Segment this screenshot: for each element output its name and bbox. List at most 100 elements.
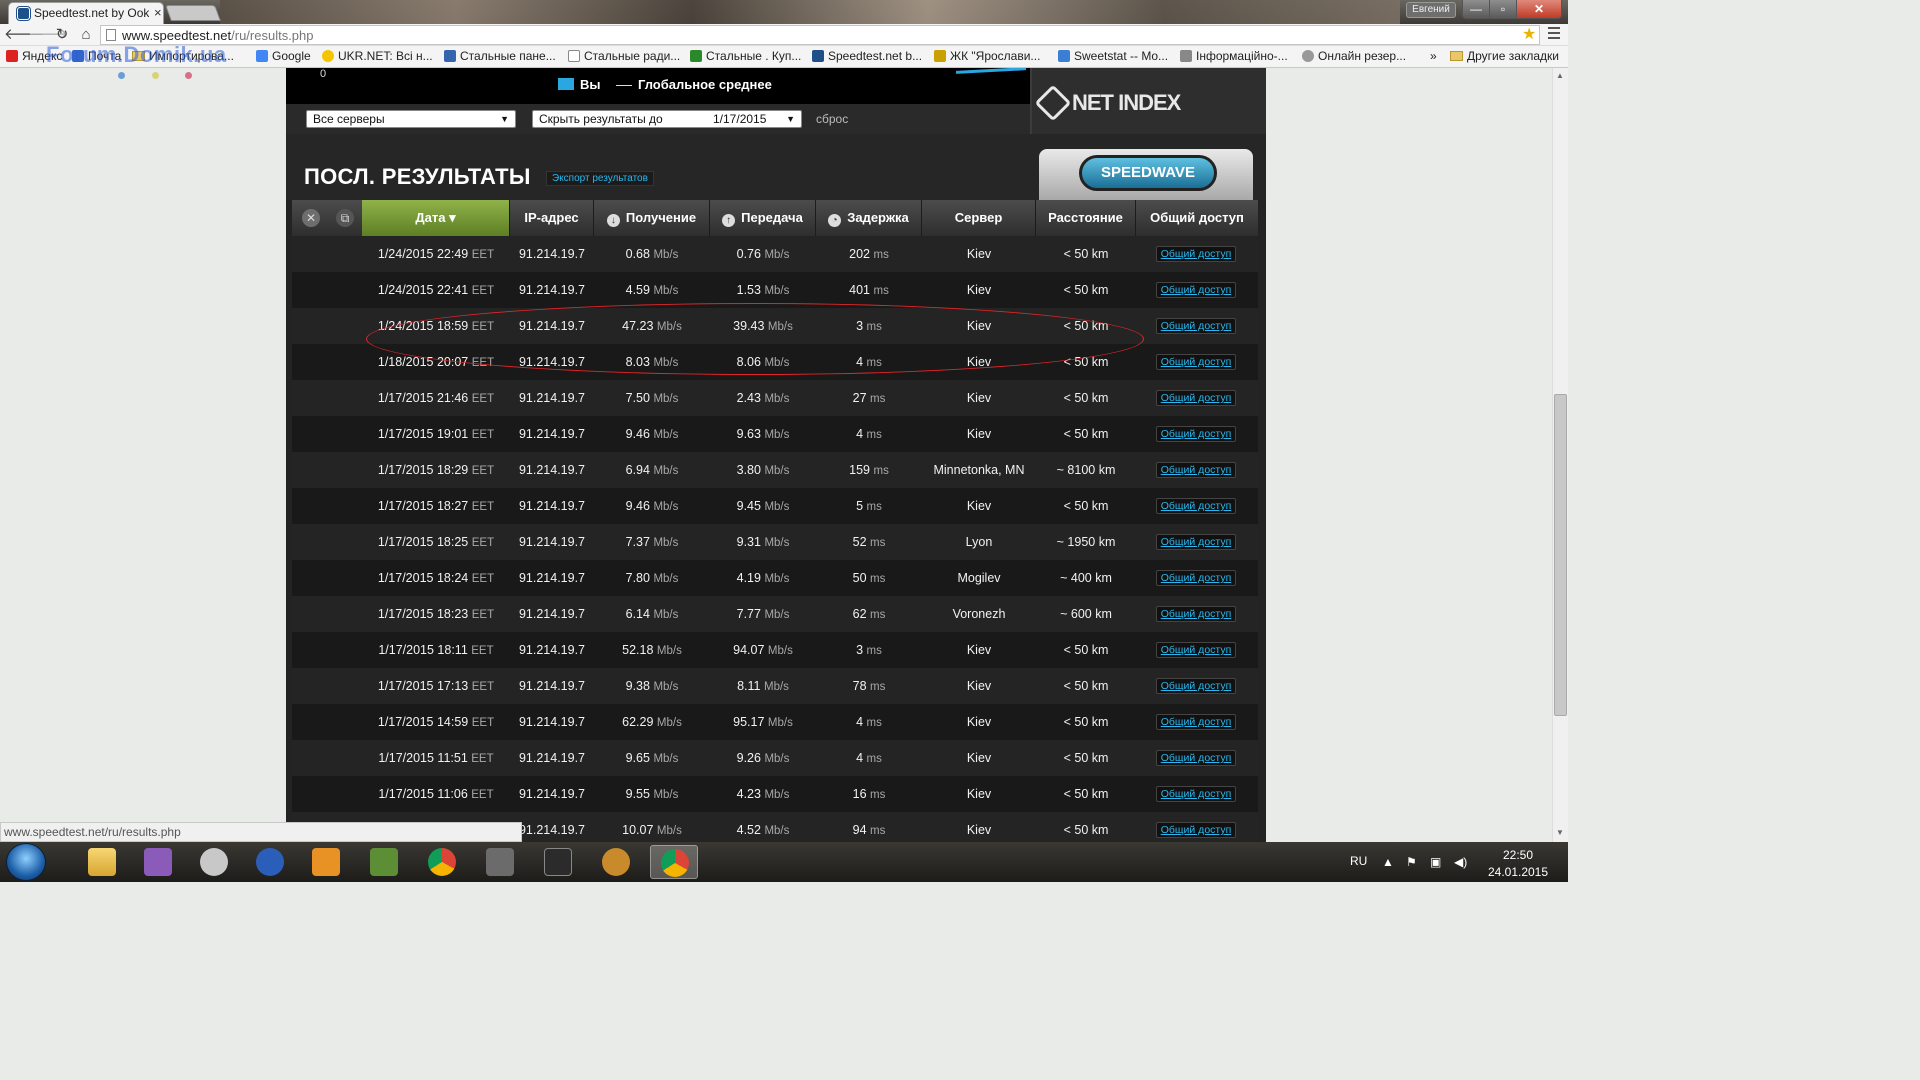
dropdown-arrow-icon: ▼ <box>500 114 509 124</box>
volume-icon[interactable]: ◀) <box>1454 855 1467 869</box>
taskbar-explorer[interactable] <box>82 845 122 879</box>
cell-distance: < 50 km <box>1063 643 1109 657</box>
share-button[interactable]: Общий доступ <box>1156 822 1236 838</box>
bookmark-steel-panels[interactable]: Стальные пане... <box>444 49 556 65</box>
show-hidden-icons-icon[interactable]: ▲ <box>1382 855 1394 869</box>
taskbar-minecraft[interactable] <box>364 845 404 879</box>
taskbar-game[interactable] <box>596 845 636 879</box>
taskbar-media-player[interactable] <box>306 845 346 879</box>
cell-down: 9.46 Mb/s <box>625 499 679 513</box>
cell-ip: 91.214.19.7 <box>518 247 586 261</box>
battlefield-icon <box>544 848 572 876</box>
column-download[interactable]: ↓ Получение <box>594 200 710 236</box>
network-icon[interactable]: ▣ <box>1430 855 1441 869</box>
share-button[interactable]: Общий доступ <box>1156 354 1236 370</box>
taskbar-chrome[interactable] <box>422 845 462 879</box>
share-button[interactable]: Общий доступ <box>1156 750 1236 766</box>
cell-distance: < 50 km <box>1063 247 1109 261</box>
back-arrow-icon[interactable]: 🡐 <box>4 25 44 45</box>
page-icon <box>106 29 116 41</box>
bookmark-online-reserve[interactable]: Онлайн резер... <box>1302 49 1406 65</box>
export-results-button[interactable]: Экспорт результатов <box>546 171 654 186</box>
column-distance[interactable]: Расстояние <box>1036 200 1136 236</box>
bookmarks-more-button[interactable]: » <box>1430 49 1437 65</box>
share-button[interactable]: Общий доступ <box>1156 786 1236 802</box>
column-date[interactable]: Дата ▾ <box>362 200 510 236</box>
column-server[interactable]: Сервер <box>922 200 1036 236</box>
cell-distance: < 50 km <box>1063 751 1109 765</box>
address-bar[interactable]: www.speedtest.net/ru/results.php <box>100 25 1540 45</box>
reset-link[interactable]: сброс <box>816 112 848 126</box>
server-filter-select[interactable]: Все серверы ▼ <box>306 110 516 128</box>
taskbar-visual-studio[interactable] <box>138 845 178 879</box>
share-button[interactable]: Общий доступ <box>1156 318 1236 334</box>
clock-time[interactable]: 22:50 <box>1488 848 1548 862</box>
other-bookmarks[interactable]: Другие закладки <box>1450 49 1559 65</box>
bookmark-steel-buy[interactable]: Стальные . Куп... <box>690 49 801 65</box>
bookmark-yaroslav[interactable]: ЖК "Ярослави... <box>934 49 1040 65</box>
cell-ip: 91.214.19.7 <box>518 319 586 333</box>
bookmark-ukrnet[interactable]: UKR.NET: Всі н... <box>322 49 433 65</box>
column-latency[interactable]: ◔ Задержка <box>816 200 922 236</box>
start-button[interactable] <box>6 843 46 881</box>
legend-you-swatch <box>558 78 574 90</box>
scroll-down-icon[interactable]: ▼ <box>1556 828 1564 837</box>
minimize-button[interactable]: — <box>1462 0 1490 19</box>
cell-ping: 4 ms <box>856 751 882 765</box>
share-button[interactable]: Общий доступ <box>1156 642 1236 658</box>
new-tab-button[interactable] <box>165 5 221 21</box>
cell-ping: 16 ms <box>852 787 886 801</box>
scroll-thumb[interactable] <box>1554 394 1567 716</box>
bookmark-speedtest[interactable]: Speedtest.net b... <box>812 49 922 65</box>
bookmark-google[interactable]: Google <box>256 49 311 65</box>
forward-arrow-icon[interactable]: 🡒 <box>28 25 68 45</box>
taskbar-battlefield[interactable] <box>538 845 578 879</box>
share-button[interactable]: Общий доступ <box>1156 606 1236 622</box>
language-indicator[interactable]: RU <box>1350 854 1367 868</box>
share-button[interactable]: Общий доступ <box>1156 678 1236 694</box>
bookmark-star-icon[interactable]: ★ <box>1522 24 1536 44</box>
tab-close-icon[interactable]: × <box>154 5 162 20</box>
profile-button[interactable]: Евгений <box>1406 2 1456 18</box>
speedwave-button[interactable]: SPEEDWAVE <box>1079 155 1217 191</box>
taskbar-kiev[interactable] <box>250 845 290 879</box>
compare-icon[interactable]: ⧉ <box>336 209 354 227</box>
share-button[interactable]: Общий доступ <box>1156 462 1236 478</box>
column-upload[interactable]: ↑ Передача <box>710 200 816 236</box>
cell-date: 1/17/2015 11:51 EET <box>378 751 494 765</box>
share-button[interactable]: Общий доступ <box>1156 426 1236 442</box>
vertical-scrollbar[interactable]: ▲ ▼ <box>1552 68 1568 842</box>
share-button[interactable]: Общий доступ <box>1156 570 1236 586</box>
share-button[interactable]: Общий доступ <box>1156 534 1236 550</box>
bookmark-steel-radiators[interactable]: Стальные ради... <box>568 49 680 65</box>
chrome-icon <box>428 848 456 876</box>
share-button[interactable]: Общий доступ <box>1156 282 1236 298</box>
maximize-button[interactable]: ▫ <box>1489 0 1517 19</box>
delete-icon[interactable]: ✕ <box>302 209 320 227</box>
yandex-icon <box>6 50 18 62</box>
taskbar-chrome-active[interactable] <box>650 845 698 879</box>
legend-you: Вы <box>580 77 601 92</box>
ukrnet-icon <box>322 50 334 62</box>
share-button[interactable]: Общий доступ <box>1156 246 1236 262</box>
share-button[interactable]: Общий доступ <box>1156 390 1236 406</box>
close-window-button[interactable]: ✕ <box>1516 0 1562 19</box>
share-button[interactable]: Общий доступ <box>1156 498 1236 514</box>
column-ip[interactable]: IP-адрес <box>510 200 594 236</box>
action-center-flag-icon[interactable]: ⚑ <box>1406 855 1417 869</box>
taskbar-world-of-tanks[interactable] <box>480 845 520 879</box>
net-index-logo[interactable]: NET INDEX <box>1030 68 1266 134</box>
cell-distance: < 50 km <box>1063 499 1109 513</box>
taskbar-radio[interactable] <box>194 845 234 879</box>
cell-up: 7.77 Mb/s <box>736 607 790 621</box>
net-index-icon <box>1034 84 1072 122</box>
chrome-menu-icon[interactable] <box>1548 27 1560 41</box>
bookmark-info[interactable]: Інформаційно-... <box>1180 49 1288 65</box>
browser-tab[interactable]: Speedtest.net by Ookla × <box>8 2 164 24</box>
hide-results-select[interactable]: Скрыть результаты до 1/17/2015 ▼ <box>532 110 802 128</box>
share-button[interactable]: Общий доступ <box>1156 714 1236 730</box>
bookmark-sweetstat[interactable]: Sweetstat -- Mo... <box>1058 49 1168 65</box>
scroll-up-icon[interactable]: ▲ <box>1556 71 1564 80</box>
clock-date[interactable]: 24.01.2015 <box>1484 865 1552 879</box>
cell-server: Kiev <box>966 283 992 297</box>
